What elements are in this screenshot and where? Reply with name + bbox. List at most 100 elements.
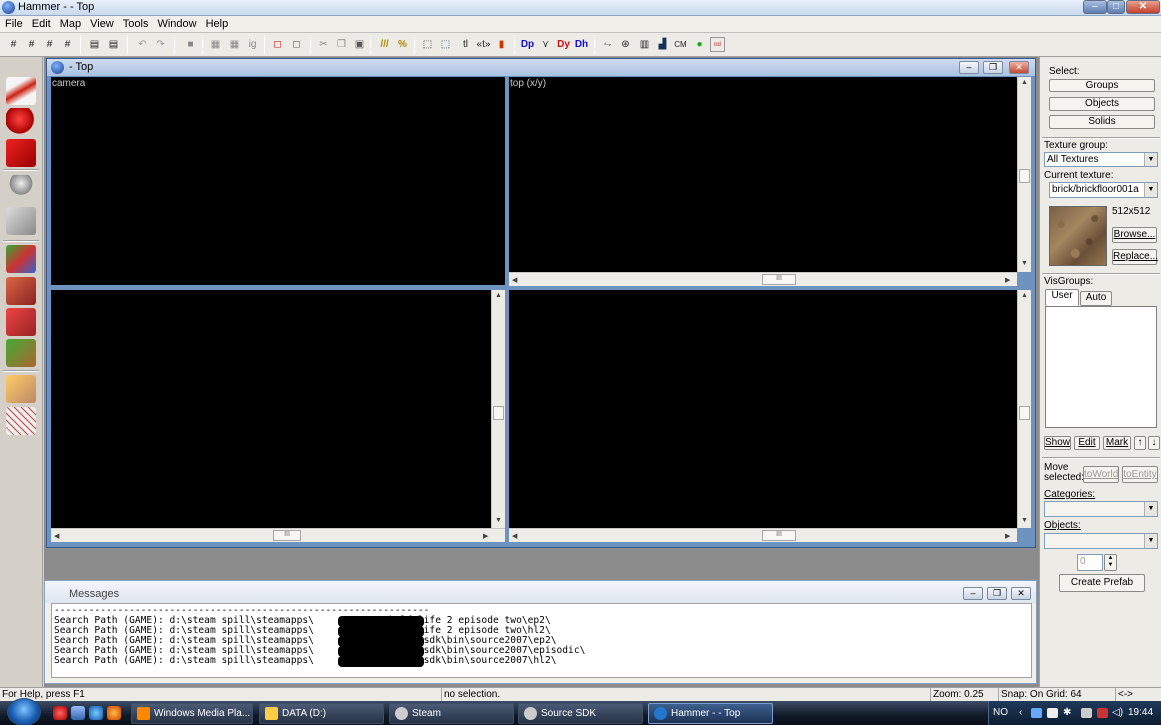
front-viewport[interactable] bbox=[51, 290, 491, 528]
top-view-label[interactable]: top (x/y) bbox=[510, 78, 546, 89]
copy-icon[interactable]: ❐ bbox=[334, 37, 349, 52]
block-tool-icon[interactable] bbox=[6, 207, 36, 235]
grid-larger-icon[interactable]: # bbox=[60, 37, 75, 52]
select-box-icon[interactable]: ⬚ bbox=[420, 37, 435, 52]
tray-monitor-icon[interactable] bbox=[1047, 708, 1058, 718]
replace-button[interactable]: Replace... bbox=[1112, 249, 1158, 265]
hollow-icon[interactable]: ▦ bbox=[208, 37, 223, 52]
create-prefab-button[interactable]: Create Prefab bbox=[1059, 574, 1145, 592]
to-world-button[interactable]: toWorld bbox=[1083, 466, 1119, 483]
apply-texture-icon[interactable] bbox=[6, 277, 36, 305]
tray-network-icon[interactable] bbox=[1031, 708, 1042, 718]
select-objects-button[interactable]: Objects bbox=[1049, 97, 1155, 111]
camera-tool-icon[interactable] bbox=[6, 139, 36, 167]
show-connections-icon[interactable]: ▟ bbox=[655, 37, 670, 52]
cut-icon[interactable]: ✂ bbox=[316, 37, 331, 52]
cordon-icon[interactable]: ⥊ bbox=[600, 37, 615, 52]
vertex-tool-icon[interactable] bbox=[6, 407, 36, 435]
decal-tool-icon[interactable] bbox=[6, 308, 36, 336]
texture-tl-icon[interactable]: tl bbox=[458, 37, 473, 52]
ignore-group-icon[interactable]: ig bbox=[245, 37, 260, 52]
grid-3d-icon[interactable]: # bbox=[24, 37, 39, 52]
display-brushes-icon[interactable]: Dy bbox=[556, 37, 571, 52]
clock[interactable]: 19:44 bbox=[1128, 707, 1153, 718]
tab-user[interactable]: User bbox=[1045, 289, 1079, 306]
tray-app-icon[interactable] bbox=[1081, 708, 1092, 718]
select-solids-button[interactable]: Solids bbox=[1049, 115, 1155, 129]
menu-tools[interactable]: Tools bbox=[118, 16, 153, 30]
side-view-hscroll[interactable]: ◀ III ▶ bbox=[509, 528, 1017, 542]
document-minimize-button[interactable]: – bbox=[959, 61, 979, 74]
language-indicator[interactable]: NO bbox=[993, 707, 1008, 718]
visgroups-list[interactable] bbox=[1045, 306, 1157, 428]
show-3d-grid-icon[interactable]: ▥ bbox=[637, 37, 652, 52]
tab-auto[interactable]: Auto bbox=[1080, 291, 1112, 306]
entity-tool-icon[interactable] bbox=[6, 175, 36, 203]
display-lights-icon[interactable]: ⋎ bbox=[538, 37, 553, 52]
objects-select[interactable]: ▼ bbox=[1044, 533, 1158, 549]
top-view-hscroll[interactable]: ◀ III ▶ bbox=[509, 272, 1017, 286]
visgroup-down-button[interactable]: ↓ bbox=[1148, 436, 1160, 450]
close-button[interactable]: ✕ bbox=[1126, 0, 1160, 14]
messages-minimize-button[interactable]: – bbox=[963, 587, 983, 600]
menu-view[interactable]: View bbox=[85, 16, 118, 30]
visgroup-mark-button[interactable]: Mark bbox=[1103, 436, 1131, 450]
texture-group-select[interactable]: All Textures ▼ bbox=[1044, 152, 1158, 167]
quicklaunch-firefox-icon[interactable] bbox=[107, 706, 121, 720]
nodraw-icon[interactable]: nd bbox=[710, 37, 725, 52]
object-count-spinner[interactable]: 0 bbox=[1077, 554, 1103, 571]
run-map-icon[interactable]: ● bbox=[692, 37, 707, 52]
current-texture-select[interactable]: brick/brickfloor001a ▼ bbox=[1049, 182, 1158, 198]
display-models-icon[interactable]: ▮ bbox=[494, 37, 509, 52]
texture-tl-handles-icon[interactable]: «t» bbox=[476, 37, 491, 52]
move-to-world-icon[interactable]: ◻ bbox=[289, 37, 304, 52]
grid-toggle-icon[interactable]: # bbox=[6, 37, 21, 52]
clip-icon[interactable]: ▦ bbox=[227, 37, 242, 52]
volume-icon[interactable]: ◁) bbox=[1112, 707, 1123, 718]
texture-scale-lock-icon[interactable]: % bbox=[395, 37, 410, 52]
undo-icon[interactable]: ↶ bbox=[135, 37, 150, 52]
visgroup-up-button[interactable]: ↑ bbox=[1134, 436, 1146, 450]
messages-close-button[interactable]: ✕ bbox=[1011, 587, 1031, 600]
tie-entity-icon[interactable]: ◻ bbox=[270, 37, 285, 52]
visgroup-show-button[interactable]: Show bbox=[1044, 436, 1071, 450]
menu-file[interactable]: File bbox=[0, 16, 27, 30]
select-groups-button[interactable]: Groups bbox=[1049, 79, 1155, 92]
clipping-tool-icon[interactable] bbox=[6, 375, 36, 403]
tray-expand-icon[interactable]: ‹ bbox=[1019, 707, 1022, 718]
task-steam[interactable]: Steam bbox=[389, 703, 514, 724]
top-view-vscroll[interactable]: ▲ ▼ bbox=[1017, 77, 1031, 272]
visgroup-edit-button[interactable]: Edit bbox=[1074, 436, 1100, 450]
texture-tool-icon[interactable] bbox=[6, 245, 36, 273]
selection-tool-icon[interactable] bbox=[6, 77, 36, 105]
spinner-arrows[interactable]: ▲ ▼ bbox=[1104, 554, 1117, 571]
front-view-vscroll[interactable]: ▲ ▼ bbox=[491, 290, 505, 528]
menu-edit[interactable]: Edit bbox=[27, 16, 55, 30]
task-data-drive[interactable]: DATA (D:) bbox=[259, 703, 384, 724]
menu-window[interactable]: Window bbox=[152, 16, 200, 30]
menu-map[interactable]: Map bbox=[55, 16, 85, 30]
tray-bluetooth-icon[interactable]: ✱ bbox=[1063, 707, 1071, 718]
document-close-button[interactable]: ✕ bbox=[1009, 61, 1029, 74]
display-helpers-icon[interactable]: Dp bbox=[520, 37, 535, 52]
front-view-hscroll[interactable]: ◀ III ▶ bbox=[51, 528, 505, 542]
side-viewport[interactable] bbox=[509, 290, 1017, 528]
overlay-tool-icon[interactable] bbox=[6, 339, 36, 367]
ungroup-icon[interactable]: ▤ bbox=[106, 37, 121, 52]
tray-security-icon[interactable] bbox=[1097, 708, 1108, 718]
browse-button[interactable]: Browse... bbox=[1112, 227, 1157, 243]
camera-view-label[interactable]: camera bbox=[52, 78, 85, 89]
carve-icon[interactable]: ■ bbox=[183, 37, 198, 52]
to-entity-button[interactable]: toEntity bbox=[1122, 466, 1158, 483]
menu-help[interactable]: Help bbox=[201, 16, 233, 30]
messages-restore-button[interactable]: ❐ bbox=[987, 587, 1007, 600]
paste-icon[interactable]: ▣ bbox=[352, 37, 367, 52]
document-restore-button[interactable]: ❐ bbox=[983, 61, 1003, 74]
cm-button[interactable]: CM bbox=[673, 37, 688, 52]
maximize-button[interactable]: □ bbox=[1107, 0, 1125, 14]
messages-log[interactable]: ----------------------------------------… bbox=[51, 603, 1032, 678]
task-source-sdk[interactable]: Source SDK bbox=[518, 703, 643, 724]
start-button[interactable] bbox=[7, 698, 41, 725]
minimize-button[interactable]: – bbox=[1083, 0, 1107, 14]
magnify-tool-icon[interactable] bbox=[6, 108, 36, 136]
